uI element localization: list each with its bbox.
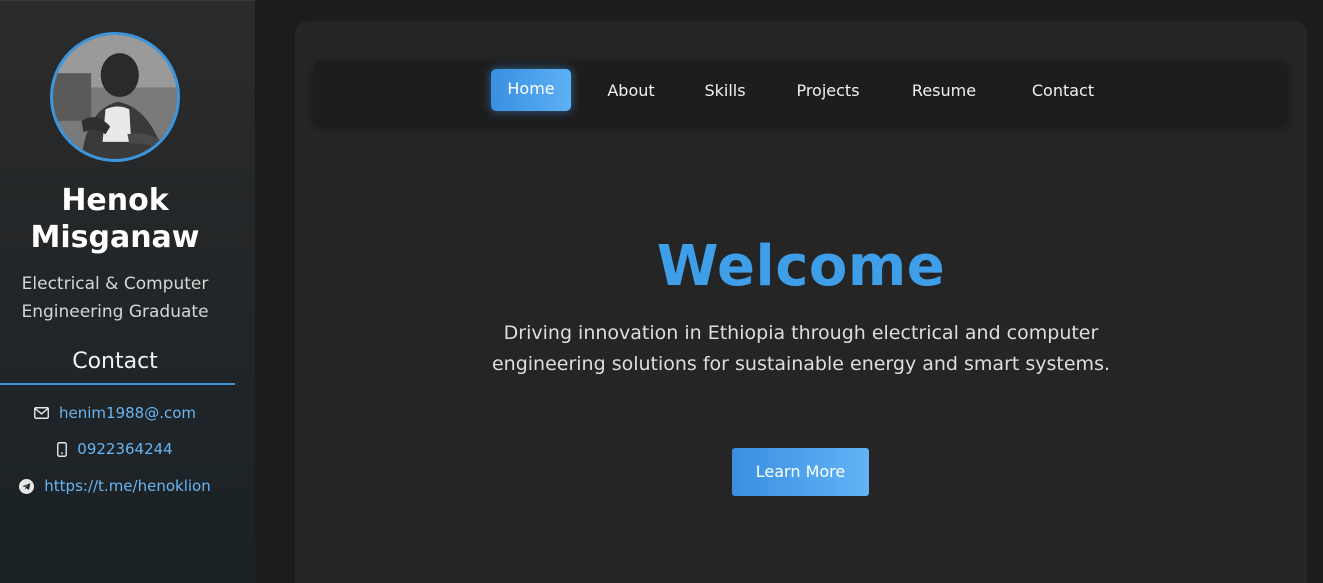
nav-home[interactable]: Home xyxy=(491,69,571,111)
profile-tagline: Electrical & Computer Engineering Gradua… xyxy=(21,274,209,322)
navbar: Home About Skills Projects Resume Contac… xyxy=(314,61,1287,125)
nav-skills[interactable]: Skills xyxy=(691,69,759,111)
main-card: Home About Skills Projects Resume Contac… xyxy=(295,21,1307,583)
hero-title: Welcome xyxy=(656,234,946,299)
learn-more-button[interactable]: Learn More xyxy=(732,448,869,496)
contact-telegram-link[interactable]: https://t.me/henoklion xyxy=(0,474,230,498)
profile-photo xyxy=(53,35,177,159)
contact-divider xyxy=(0,383,235,385)
hero-description: Driving innovation in Ethiopia through e… xyxy=(491,322,1111,375)
contact-email-text: henim1988@.com xyxy=(59,404,196,422)
nav-projects[interactable]: Projects xyxy=(782,69,874,111)
avatar xyxy=(50,32,180,162)
nav-contact[interactable]: Contact xyxy=(1014,69,1112,111)
contact-telegram-text: https://t.me/henoklion xyxy=(44,477,211,495)
contact-phone-text: 0922364244 xyxy=(77,440,173,458)
mail-icon xyxy=(34,407,49,419)
contact-email-link[interactable]: henim1988@.com xyxy=(0,401,230,425)
nav-resume[interactable]: Resume xyxy=(897,69,991,111)
sidebar: Henok Misganaw Electrical & Computer Eng… xyxy=(0,0,255,583)
profile-name: Henok Misganaw xyxy=(30,183,200,255)
telegram-icon xyxy=(19,478,35,494)
contact-phone-link[interactable]: 0922364244 xyxy=(0,437,230,461)
nav-about[interactable]: About xyxy=(594,69,668,111)
page: Henok Misganaw Electrical & Computer Eng… xyxy=(0,0,1323,583)
phone-icon xyxy=(57,441,68,457)
contact-heading: Contact xyxy=(72,349,158,374)
